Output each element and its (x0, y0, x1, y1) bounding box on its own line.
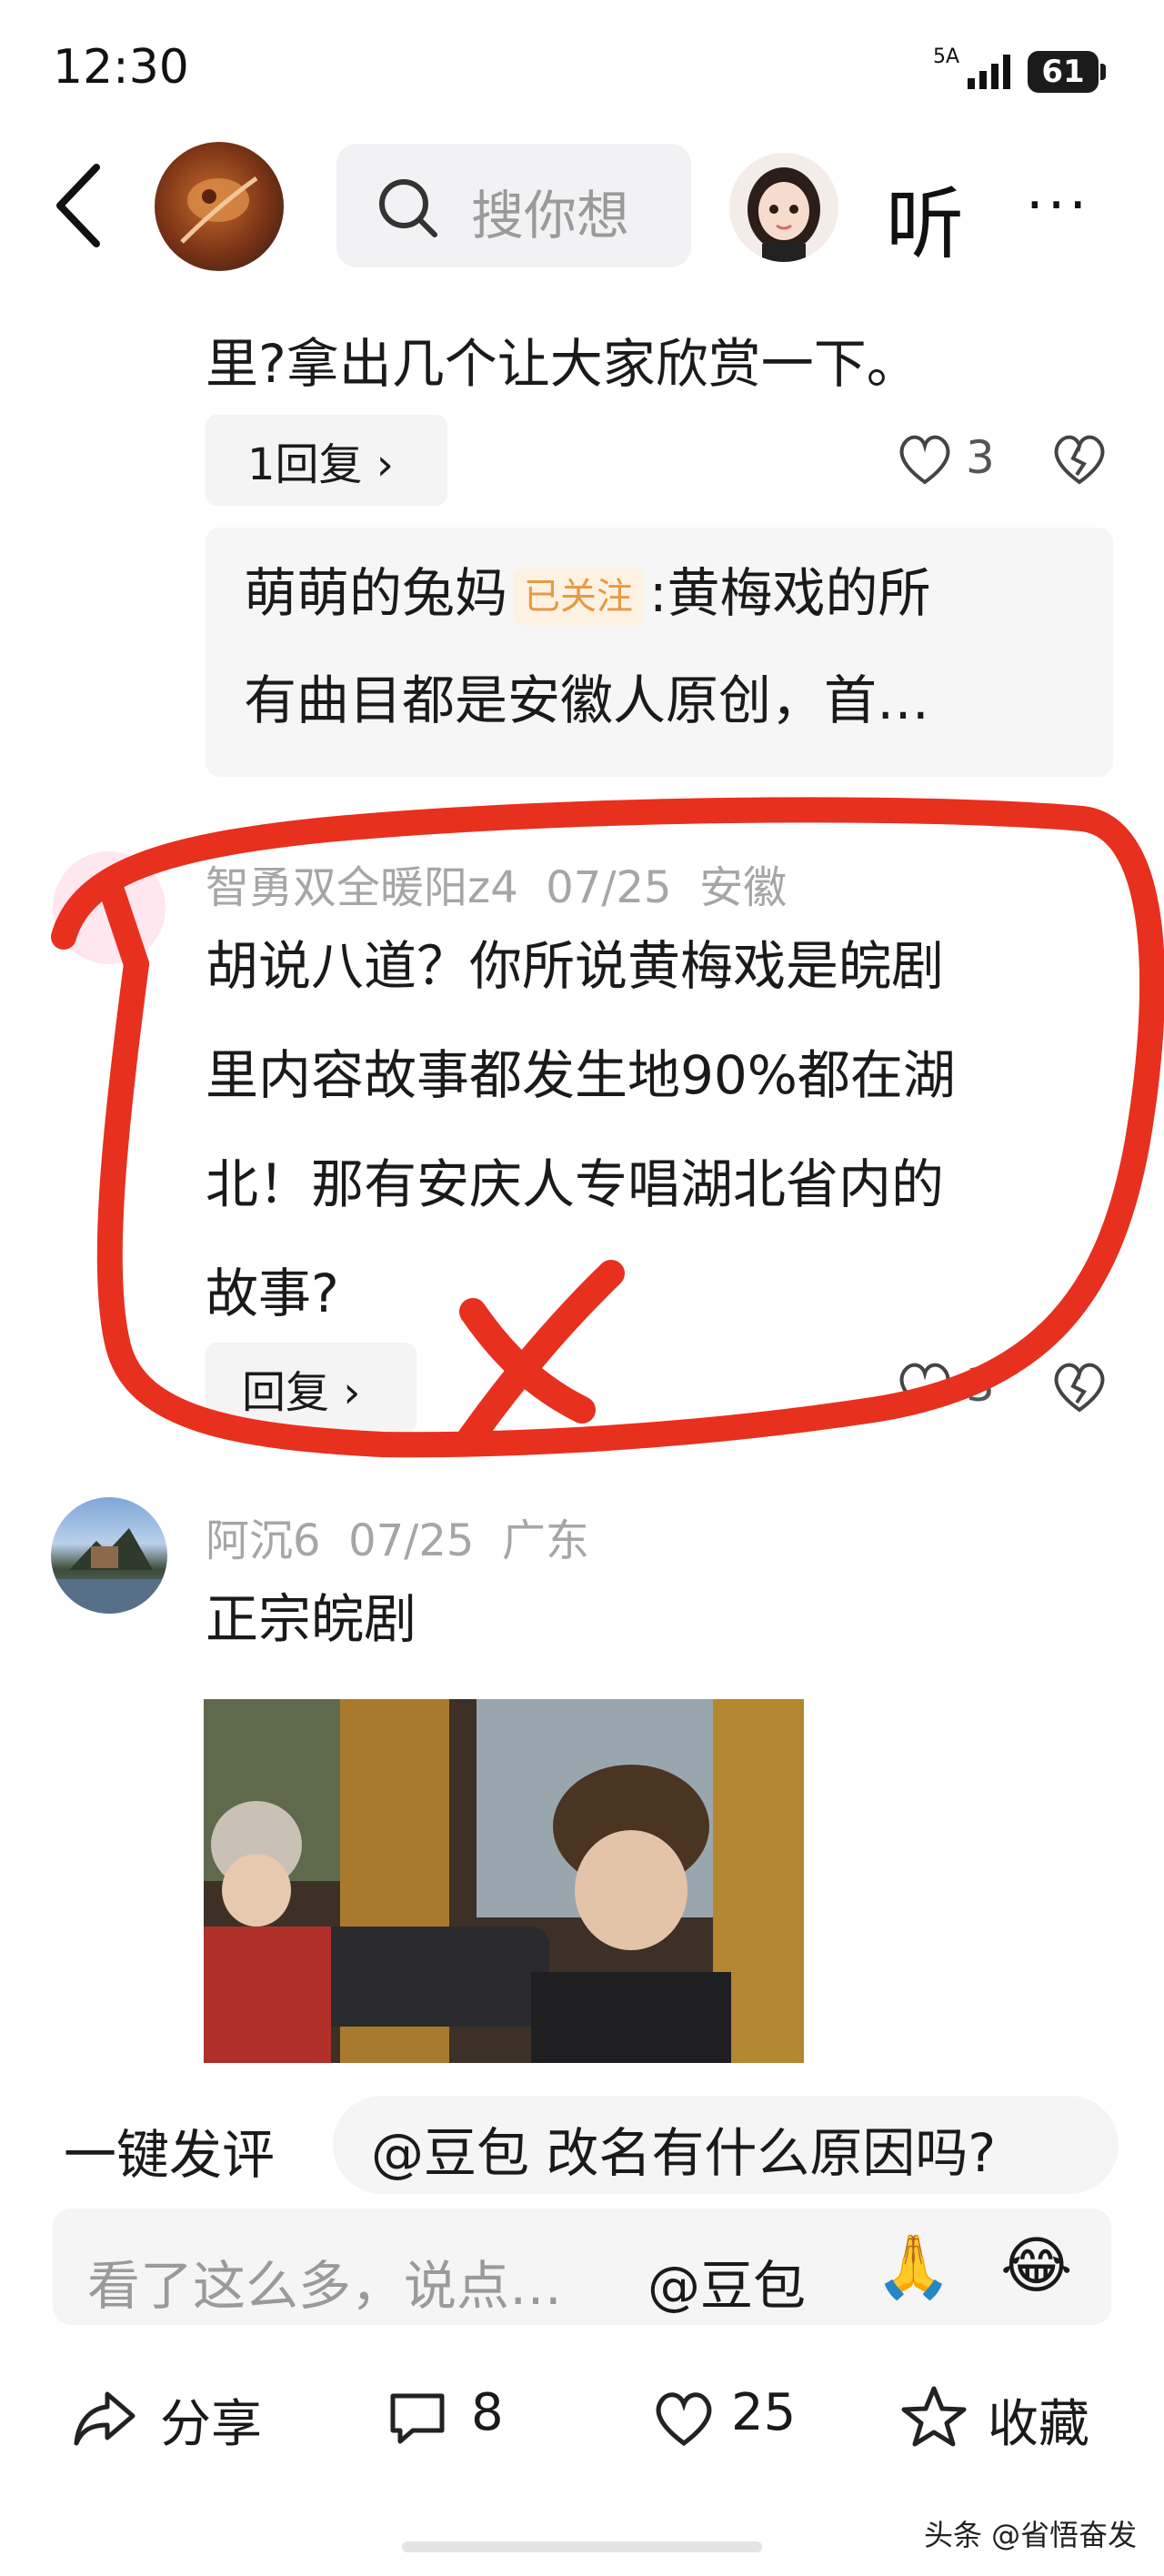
red-annotation (51, 797, 1164, 1458)
comment-date: 07/25 (348, 1515, 475, 1566)
video-thumbnail[interactable] (204, 1699, 804, 2063)
favorite-button[interactable]: 收藏 (988, 2383, 1089, 2457)
commenter-avatar[interactable] (51, 1497, 167, 1614)
landscape-image (51, 1528, 167, 1614)
comment-icon[interactable] (386, 2389, 449, 2449)
comment-count[interactable]: 8 (471, 2383, 504, 2442)
like-icon[interactable] (651, 2389, 717, 2449)
quick-comment-label: 一键发评 (64, 2124, 276, 2186)
quick-comment-suggestion-text: @豆包 改名有什么原因吗? (371, 2122, 997, 2184)
comment-input-placeholder: 看了这么多，说点… (87, 2255, 563, 2317)
commenter-name[interactable]: 阿沉6 (206, 1515, 321, 1566)
watermark: 头条 @省悟奋发 (924, 2518, 1138, 2552)
like-count[interactable]: 25 (731, 2383, 796, 2442)
share-button[interactable]: 分享 (160, 2383, 262, 2457)
pray-emoji-button[interactable]: 🙏 (875, 2230, 952, 2303)
laugh-emoji-button[interactable]: 😂 (1000, 2230, 1072, 2302)
video-frame-image (204, 1699, 804, 2063)
comment-location: 广东 (501, 1515, 589, 1566)
comment-text: 正宗皖剧 (206, 1588, 417, 1650)
share-icon[interactable] (71, 2387, 138, 2449)
comment-meta: 阿沉6 07/25 广东 (206, 1504, 589, 1568)
star-icon[interactable] (900, 2383, 968, 2449)
home-indicator[interactable] (402, 2541, 762, 2552)
mention-doubao-button[interactable]: @豆包 (647, 2243, 806, 2319)
